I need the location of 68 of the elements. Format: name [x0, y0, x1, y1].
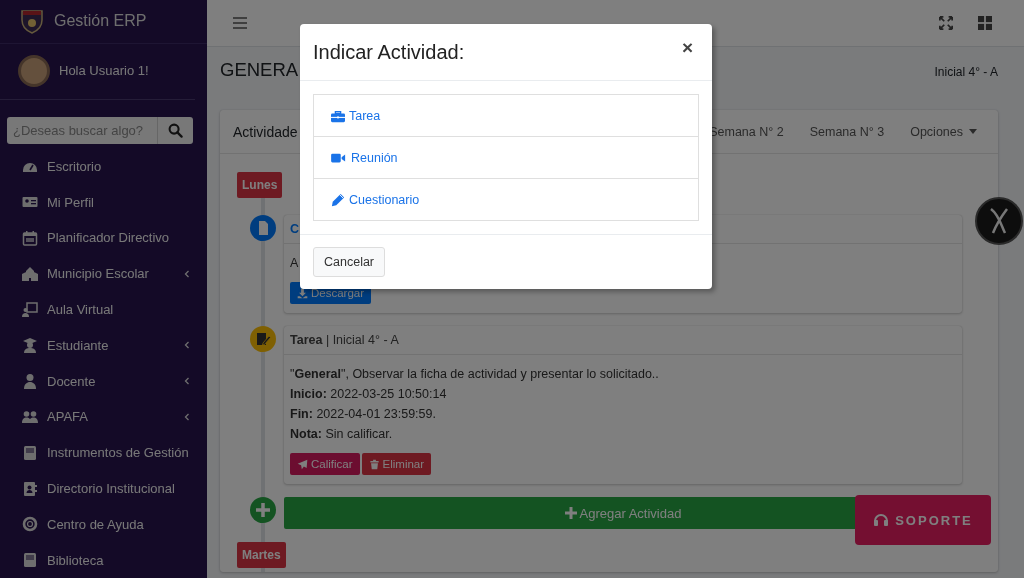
menu-item[interactable]: Directorio Institucional — [0, 470, 207, 507]
menu-item[interactable]: Estudiante — [0, 327, 207, 364]
menu-item[interactable]: APAFA — [0, 399, 207, 435]
menu-item[interactable]: Mi Perfil — [0, 184, 207, 221]
class-label: Inicial 4° - A — [934, 65, 998, 79]
document-icon — [250, 215, 276, 241]
life-ring-icon — [22, 516, 38, 533]
options-dropdown[interactable]: Opciones — [897, 118, 985, 145]
search-icon — [168, 123, 183, 139]
avatar — [18, 54, 50, 87]
chevron-left-icon — [183, 376, 191, 387]
plus-icon — [564, 507, 577, 519]
headset-icon — [873, 512, 890, 528]
page-title: GENERA — [220, 59, 300, 81]
grid-icon[interactable] — [978, 16, 992, 30]
signature-icon — [250, 326, 276, 352]
book-icon — [22, 444, 38, 461]
floating-logo-icon[interactable] — [975, 197, 1023, 245]
calendar-icon — [22, 229, 38, 246]
activity-option[interactable]: Cuestionario — [314, 178, 698, 220]
menu-item[interactable]: Municipio Escolar — [0, 255, 207, 292]
building-icon — [22, 265, 38, 282]
activity-detail: Inicio: 2022-03-25 10:50:14 — [290, 386, 447, 403]
chevron-left-icon — [183, 340, 191, 351]
activity-title: Tarea | Inicial 4° - A — [284, 326, 962, 355]
menu-item[interactable]: Docente — [0, 363, 207, 399]
shield-logo-icon — [20, 8, 44, 35]
day-label: Martes — [237, 542, 286, 568]
close-button[interactable]: × — [675, 37, 699, 67]
modal-title: Indicar Actividad: — [313, 40, 466, 64]
menu-item[interactable]: Planificador Directivo — [0, 220, 207, 256]
menu-item[interactable]: Aula Virtual — [0, 291, 207, 328]
activity-option[interactable]: Reunión — [314, 136, 698, 178]
trash-icon — [368, 458, 380, 470]
book-icon — [22, 552, 38, 569]
card-title: Actividade — [233, 123, 298, 140]
day-label: Lunes — [237, 172, 283, 198]
contact-book-icon — [22, 480, 38, 497]
user-greeting: Hola Usuario 1! — [59, 63, 149, 79]
menu-icon[interactable] — [233, 17, 247, 29]
activity-detail: Nota: Sin calificar. — [290, 426, 393, 443]
menu-item[interactable]: Biblioteca — [0, 542, 207, 578]
people-icon — [22, 408, 38, 425]
briefcase-icon — [330, 108, 346, 123]
caret-icon — [969, 129, 977, 134]
plus-circle-icon — [250, 497, 276, 523]
activity-option[interactable]: Tarea — [314, 95, 698, 136]
chevron-left-icon — [183, 268, 191, 279]
paper-plane-icon — [297, 458, 308, 470]
menu-item[interactable]: Centro de Ayuda — [0, 506, 207, 543]
support-button[interactable]: SOPORTE — [855, 495, 991, 545]
fullscreen-icon[interactable] — [939, 16, 953, 30]
activity-detail: Fin: 2022-04-01 23:59:59. — [290, 406, 436, 423]
presentation-icon — [22, 301, 38, 318]
chevron-left-icon — [183, 411, 191, 422]
delete-button[interactable]: Eliminar — [361, 453, 432, 475]
activity-detail: A — [290, 255, 299, 272]
search-button[interactable] — [157, 116, 193, 145]
menu-item[interactable]: Escritorio — [0, 148, 207, 185]
menu-item[interactable]: Instrumentos de Gestión — [0, 434, 207, 471]
week-tab[interactable]: Semana N° 3 — [796, 118, 898, 145]
person-icon — [22, 373, 38, 390]
grade-button[interactable]: Calificar — [290, 453, 360, 475]
activity-detail: "General", Observar la ficha de actividad y presentar lo solicitado.. — [290, 366, 659, 383]
graduation-cap-icon — [22, 337, 38, 354]
cancel-button[interactable]: Cancelar — [313, 247, 386, 277]
pencil-icon — [330, 192, 346, 207]
app-title: Gestión ERP — [54, 12, 147, 31]
